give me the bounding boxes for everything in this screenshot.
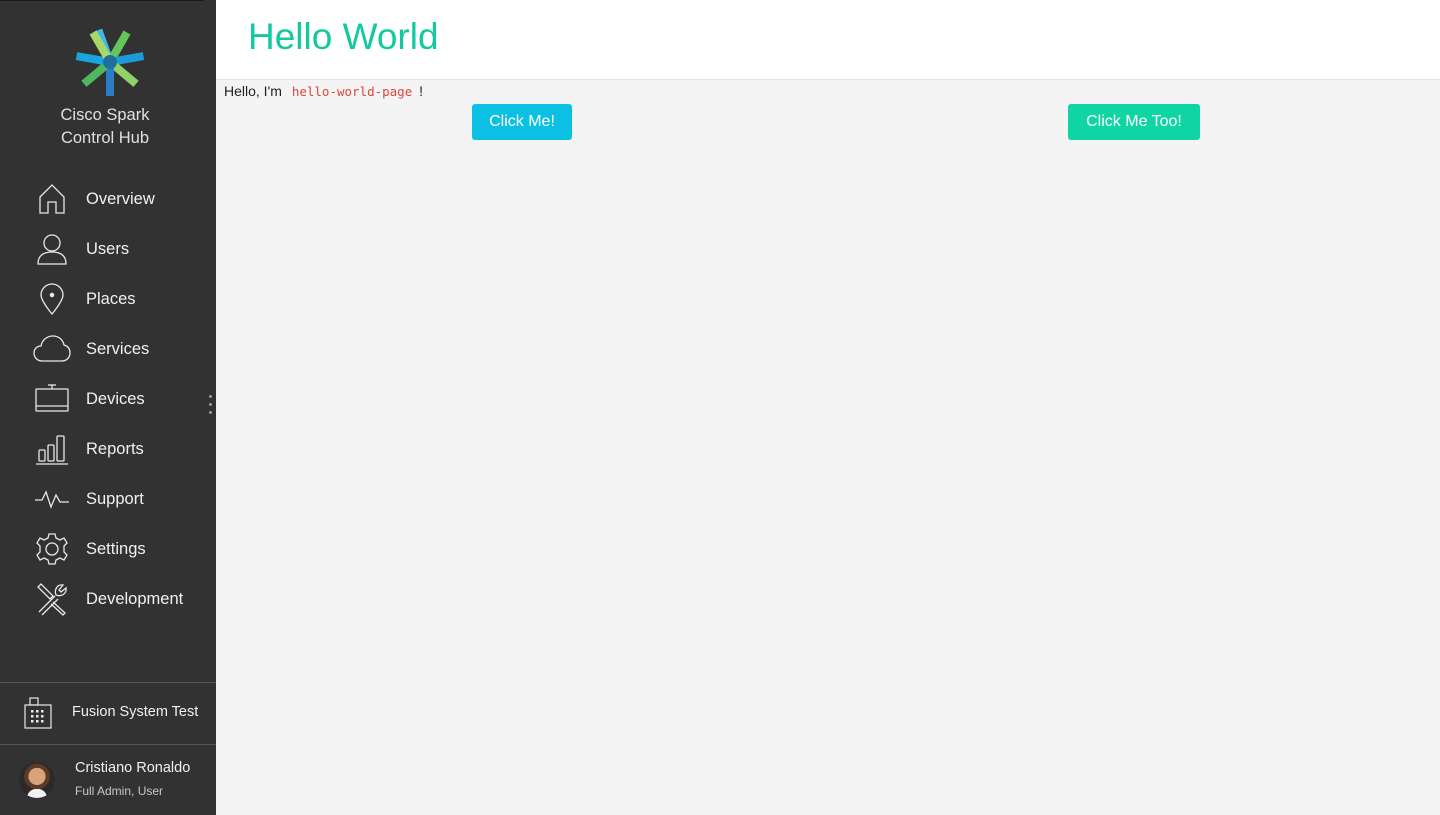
sidebar-item-label: Places	[86, 289, 136, 308]
sidebar-item-label: Devices	[86, 389, 145, 408]
brand-name: Cisco Spark Control Hub	[0, 104, 210, 150]
sidebar-nav: Overview Users Places Services Devices R…	[0, 174, 216, 624]
org-switcher[interactable]: Fusion System Test	[0, 682, 216, 745]
pulse-icon	[33, 480, 71, 518]
location-pin-icon	[33, 280, 71, 318]
sidebar-item-places[interactable]: Places	[0, 274, 216, 324]
sidebar-item-support[interactable]: Support	[0, 474, 216, 524]
sidebar-item-label: Development	[86, 589, 184, 608]
building-icon	[23, 697, 53, 729]
cloud-icon	[33, 330, 71, 368]
home-icon	[33, 180, 71, 218]
sidebar-resize-handle[interactable]	[206, 395, 214, 421]
sidebar-item-reports[interactable]: Reports	[0, 424, 216, 474]
sidebar-item-services[interactable]: Services	[0, 324, 216, 374]
page-title: Hello World	[248, 16, 439, 57]
bar-chart-icon	[33, 430, 71, 468]
brand-name-line1: Cisco Spark	[60, 106, 150, 124]
brand-name-line2: Control Hub	[60, 129, 150, 147]
sidebar-item-development[interactable]: Development	[0, 574, 216, 624]
sidebar-item-settings[interactable]: Settings	[0, 524, 216, 574]
avatar	[19, 762, 55, 798]
main-content: Hello, I'm hello-world-page ! Click Me! …	[216, 80, 1440, 815]
sidebar-item-label: Services	[86, 339, 150, 358]
tools-icon	[33, 580, 71, 618]
sidebar-item-users[interactable]: Users	[0, 224, 216, 274]
sidebar-item-label: Reports	[86, 439, 144, 458]
greeting-prefix: Hello, I'm	[224, 83, 282, 99]
component-name-code: hello-world-page	[291, 84, 413, 99]
greeting-suffix: !	[419, 83, 424, 99]
sidebar: Cisco Spark Control Hub Overview Users P…	[0, 0, 216, 815]
sidebar-item-label: Settings	[86, 539, 146, 558]
user-role: Full Admin, User	[75, 784, 164, 798]
sidebar-item-label: Users	[86, 239, 130, 258]
page-header: Hello World	[216, 0, 1440, 80]
sidebar-item-label: Overview	[86, 189, 155, 208]
user-name: Cristiano Ronaldo	[75, 760, 191, 776]
user-profile[interactable]: Cristiano Ronaldo Full Admin, User	[0, 746, 216, 815]
gear-icon	[33, 530, 71, 568]
sidebar-top-divider	[0, 0, 204, 1]
org-name: Fusion System Test	[72, 704, 199, 720]
sidebar-item-overview[interactable]: Overview	[0, 174, 216, 224]
sidebar-item-devices[interactable]: Devices	[0, 374, 216, 424]
greeting-text: Hello, I'm hello-world-page !	[224, 83, 423, 99]
click-me-button[interactable]: Click Me!	[472, 104, 572, 140]
user-icon	[33, 230, 71, 268]
device-icon	[33, 380, 71, 418]
sidebar-item-label: Support	[86, 489, 144, 508]
click-me-too-button[interactable]: Click Me Too!	[1068, 104, 1200, 140]
cisco-spark-logo	[75, 28, 145, 96]
